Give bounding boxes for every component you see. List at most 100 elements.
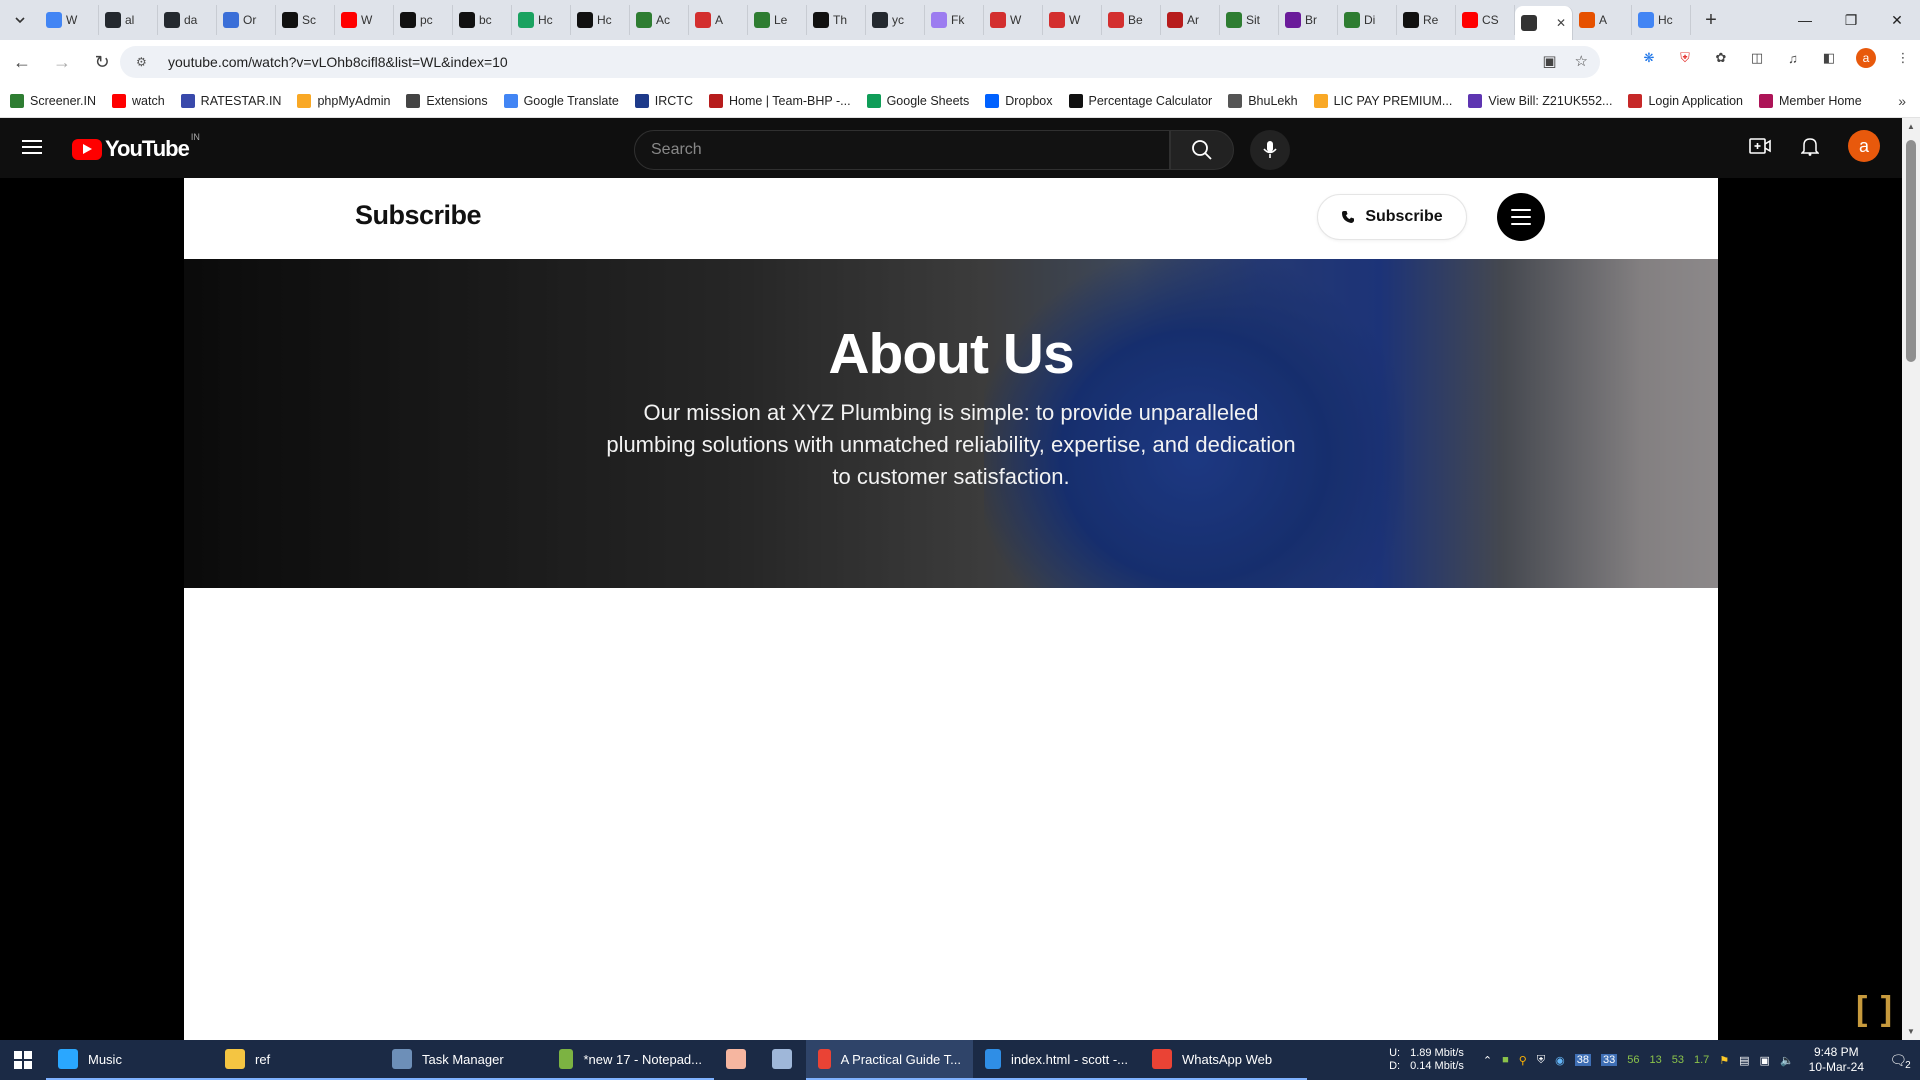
taskbar-app[interactable]: *new 17 - Notepad... <box>547 1040 714 1080</box>
tray-drive-icon[interactable]: ▤ <box>1739 1054 1749 1067</box>
browser-tab[interactable]: W <box>335 5 394 35</box>
bookmark-item[interactable]: phpMyAdmin <box>297 93 390 108</box>
taskbar-app[interactable]: Music <box>46 1040 213 1080</box>
extension-blue-icon[interactable]: ❋ <box>1640 49 1658 67</box>
bookmark-item[interactable]: Screener.IN <box>10 93 96 108</box>
restore-button[interactable]: ❐ <box>1828 0 1874 40</box>
browser-tab[interactable]: yc <box>866 5 925 35</box>
browser-tab[interactable]: A <box>1573 5 1632 35</box>
browser-tab[interactable]: Sc <box>276 5 335 35</box>
bookmark-item[interactable]: watch <box>112 93 165 108</box>
browser-tab[interactable]: W <box>984 5 1043 35</box>
youtube-logo[interactable]: YouTube IN <box>72 132 200 162</box>
bookmark-item[interactable]: Percentage Calculator <box>1068 93 1212 108</box>
tab-search-button[interactable] <box>0 0 40 40</box>
browser-tab[interactable]: al <box>99 5 158 35</box>
close-window-button[interactable]: ✕ <box>1874 0 1920 40</box>
page-scrollbar[interactable]: ▲ ▼ <box>1902 118 1920 1040</box>
site-info-icon[interactable]: ⚙ <box>136 55 156 69</box>
minimize-button[interactable]: — <box>1782 0 1828 40</box>
video-player[interactable]: Subscribe Subscribe About Us Our mission… <box>184 178 1718 1040</box>
profile-avatar[interactable]: a <box>1856 48 1876 68</box>
close-tab-icon[interactable]: ✕ <box>1556 16 1566 30</box>
install-app-icon[interactable]: ▣ <box>1542 52 1556 70</box>
browser-tab[interactable]: W <box>40 5 99 35</box>
bookmark-item[interactable]: Google Sheets <box>866 93 969 108</box>
taskbar-app[interactable]: WhatsApp Web <box>1140 1040 1307 1080</box>
browser-menu-icon[interactable]: ⋮ <box>1894 49 1912 67</box>
browser-tab[interactable]: da <box>158 5 217 35</box>
browser-tab[interactable]: Or <box>217 5 276 35</box>
hamburger-menu-icon[interactable] <box>22 136 46 160</box>
browser-tab[interactable]: Le <box>748 5 807 35</box>
browser-tab[interactable]: Th <box>807 5 866 35</box>
create-video-icon[interactable] <box>1748 134 1772 158</box>
taskbar-app[interactable]: A Practical Guide T... <box>806 1040 973 1080</box>
taskbar-app[interactable] <box>760 1040 806 1080</box>
network-icon[interactable]: ▣ <box>1760 1054 1770 1067</box>
scrollbar-thumb[interactable] <box>1906 140 1916 362</box>
bug-extension-icon[interactable]: ✿ <box>1712 49 1730 67</box>
browser-tab[interactable]: Di <box>1338 5 1397 35</box>
site-menu-button[interactable] <box>1497 193 1545 241</box>
browser-tab[interactable]: pc <box>394 5 453 35</box>
address-bar[interactable]: ⚙ youtube.com/watch?v=vLOhb8cifl8&list=W… <box>120 46 1600 78</box>
back-button[interactable]: ← <box>4 44 40 80</box>
new-tab-button[interactable]: + <box>1697 6 1725 34</box>
bookmark-item[interactable]: RATESTAR.IN <box>180 93 281 108</box>
tray-app-icon[interactable]: ■ <box>1502 1054 1509 1066</box>
browser-tab[interactable]: Hc <box>571 5 630 35</box>
bookmark-star-icon[interactable]: ☆ <box>1575 52 1588 70</box>
forward-button[interactable]: → <box>44 44 80 80</box>
account-avatar[interactable]: a <box>1848 130 1880 162</box>
media-control-icon[interactable]: ♫ <box>1784 49 1802 67</box>
browser-tab[interactable]: Sit <box>1220 5 1279 35</box>
browser-tab[interactable]: ✕ <box>1515 6 1573 40</box>
browser-tab[interactable]: Be <box>1102 5 1161 35</box>
system-clock[interactable]: 9:48 PM 10-Mar-24 <box>1809 1045 1864 1075</box>
bookmark-item[interactable]: Home | Team-BHP -... <box>708 93 851 108</box>
tray-search-icon[interactable]: ⚲ <box>1519 1054 1527 1067</box>
side-panel-icon[interactable]: ◧ <box>1820 49 1838 67</box>
scroll-up-arrow-icon[interactable]: ▲ <box>1907 122 1915 131</box>
voice-search-button[interactable] <box>1250 130 1290 170</box>
browser-tab[interactable]: Fk <box>925 5 984 35</box>
bookmark-item[interactable]: View Bill: Z21UK552... <box>1468 93 1612 108</box>
search-input[interactable]: Search <box>634 130 1170 170</box>
browser-tab[interactable]: W <box>1043 5 1102 35</box>
site-subscribe-button[interactable]: Subscribe <box>1317 194 1467 240</box>
bookmark-item[interactable]: BhuLekh <box>1228 93 1298 108</box>
taskbar-app[interactable]: ref <box>213 1040 380 1080</box>
bookmark-item[interactable]: IRCTC <box>634 93 693 108</box>
show-hidden-icons-icon[interactable]: ⌃ <box>1483 1054 1492 1067</box>
bookmark-item[interactable]: Dropbox <box>985 93 1053 108</box>
taskbar-app[interactable]: Task Manager <box>380 1040 547 1080</box>
tray-shield-icon[interactable]: ⛨ <box>1537 1054 1545 1067</box>
bookmark-item[interactable]: LIC PAY PREMIUM... <box>1313 93 1452 108</box>
taskbar-app[interactable] <box>714 1040 760 1080</box>
taskbar-app[interactable]: index.html - scott -... <box>973 1040 1140 1080</box>
browser-tab[interactable]: Ac <box>630 5 689 35</box>
tray-flag-icon[interactable]: ⚑ <box>1719 1054 1729 1067</box>
browser-tab[interactable]: Re <box>1397 5 1456 35</box>
browser-tab[interactable]: Ar <box>1161 5 1220 35</box>
notifications-bell-icon[interactable] <box>1798 134 1822 158</box>
scroll-down-arrow-icon[interactable]: ▼ <box>1907 1027 1915 1036</box>
volume-icon[interactable]: 🔈 <box>1780 1054 1794 1067</box>
browser-tab[interactable]: A <box>689 5 748 35</box>
browser-tab[interactable]: Br <box>1279 5 1338 35</box>
browser-tab[interactable]: Hc <box>1632 5 1691 35</box>
start-button[interactable] <box>0 1040 46 1080</box>
reload-button[interactable]: ↻ <box>84 44 120 80</box>
puzzle-extensions-icon[interactable]: ◫ <box>1748 49 1766 67</box>
more-bookmarks-icon[interactable]: » <box>1898 93 1906 109</box>
shield-extension-icon[interactable]: ⛨ <box>1676 49 1694 67</box>
tray-globe-icon[interactable]: ◉ <box>1555 1054 1565 1067</box>
browser-tab[interactable]: bc <box>453 5 512 35</box>
notification-center-button[interactable]: 🗨 2 <box>1880 1050 1920 1071</box>
bookmark-item[interactable]: Member Home <box>1759 93 1862 108</box>
bookmark-item[interactable]: Google Translate <box>503 93 619 108</box>
browser-tab[interactable]: Hc <box>512 5 571 35</box>
bookmark-item[interactable]: Extensions <box>406 93 488 108</box>
search-button[interactable] <box>1170 130 1234 170</box>
